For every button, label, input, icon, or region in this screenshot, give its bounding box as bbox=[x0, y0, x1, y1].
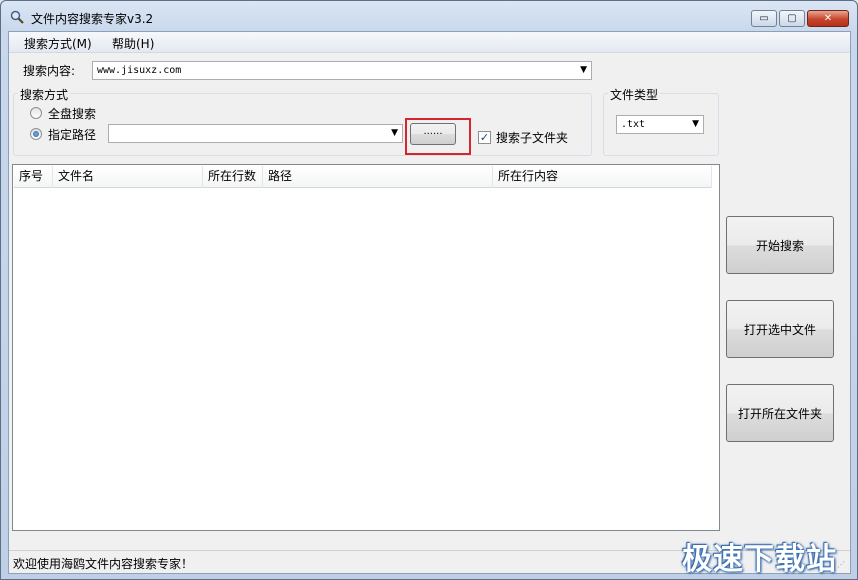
include-subfolders-checkbox[interactable]: ✓ bbox=[478, 131, 491, 144]
minimize-icon: ▭ bbox=[759, 13, 769, 24]
resize-grip-icon[interactable]: ⋰ bbox=[837, 560, 847, 570]
menu-bar: 搜索方式(M) 帮助(H) bbox=[9, 32, 850, 53]
maximize-button[interactable]: ▢ bbox=[779, 10, 805, 27]
include-subfolders-label[interactable]: 搜索子文件夹 bbox=[496, 129, 568, 146]
checkmark-icon: ✓ bbox=[479, 131, 490, 144]
file-type-value: .txt bbox=[621, 119, 646, 130]
column-line-number[interactable]: 所在行数 bbox=[203, 166, 263, 188]
search-mode-group: 搜索方式 全盘搜索 指定路径 ▼ ······ ✓ 搜索子文件夹 bbox=[13, 86, 592, 156]
search-content-label: 搜索内容: bbox=[23, 64, 76, 78]
open-containing-folder-button[interactable]: 打开所在文件夹 bbox=[726, 384, 834, 442]
watermark-logo: 极速下载站 bbox=[682, 542, 837, 577]
browse-button-label: ······ bbox=[423, 128, 443, 140]
radio-specified-path-label[interactable]: 指定路径 bbox=[48, 126, 96, 143]
app-window: 文件内容搜索专家v3.2 ▭ ▢ ✕ 搜索方式(M) 帮助(H) 搜索内容: w… bbox=[0, 0, 858, 580]
radio-full-disk[interactable] bbox=[30, 107, 42, 119]
column-line-content[interactable]: 所在行内容 bbox=[493, 166, 712, 188]
status-text: 欢迎使用海鸥文件内容搜索专家！ bbox=[13, 557, 194, 571]
chevron-down-icon[interactable]: ▼ bbox=[391, 125, 398, 142]
open-containing-folder-label: 打开所在文件夹 bbox=[737, 406, 822, 421]
magnifier-icon bbox=[10, 10, 24, 24]
start-search-label: 开始搜索 bbox=[755, 238, 804, 253]
minimize-button[interactable]: ▭ bbox=[751, 10, 777, 27]
results-list[interactable]: 序号 文件名 所在行数 路径 所在行内容 bbox=[12, 164, 720, 531]
chevron-down-icon[interactable]: ▼ bbox=[692, 116, 699, 133]
open-selected-file-label: 打开选中文件 bbox=[743, 322, 816, 337]
client-area: 搜索方式(M) 帮助(H) 搜索内容: www.jisuxz.com ▼ 搜索方… bbox=[8, 31, 851, 574]
chevron-down-icon[interactable]: ▼ bbox=[580, 62, 587, 79]
menu-search-mode[interactable]: 搜索方式(M) bbox=[24, 35, 92, 52]
close-button[interactable]: ✕ bbox=[807, 10, 849, 27]
window-title: 文件内容搜索专家v3.2 bbox=[31, 12, 154, 26]
search-mode-title: 搜索方式 bbox=[18, 86, 71, 103]
search-content-value: www.jisuxz.com bbox=[97, 65, 182, 76]
close-icon: ✕ bbox=[823, 13, 833, 24]
radio-full-disk-label[interactable]: 全盘搜索 bbox=[48, 105, 96, 122]
file-type-select[interactable]: .txt ▼ bbox=[616, 115, 704, 134]
maximize-icon: ▢ bbox=[787, 13, 797, 24]
file-type-title: 文件类型 bbox=[608, 86, 661, 103]
results-header: 序号 文件名 所在行数 路径 所在行内容 bbox=[14, 166, 712, 188]
start-search-button[interactable]: 开始搜索 bbox=[726, 216, 834, 274]
radio-specified-path[interactable] bbox=[30, 128, 42, 140]
column-path[interactable]: 路径 bbox=[263, 166, 493, 188]
menu-help[interactable]: 帮助(H) bbox=[112, 35, 154, 52]
file-type-group: 文件类型 .txt ▼ bbox=[603, 86, 719, 156]
open-selected-file-button[interactable]: 打开选中文件 bbox=[726, 300, 834, 358]
column-index[interactable]: 序号 bbox=[14, 166, 53, 188]
browse-button[interactable]: ······ bbox=[410, 123, 456, 145]
title-bar[interactable]: 文件内容搜索专家v3.2 ▭ ▢ ✕ bbox=[1, 1, 857, 31]
search-content-input[interactable]: www.jisuxz.com ▼ bbox=[92, 61, 592, 80]
path-input[interactable]: ▼ bbox=[108, 124, 403, 143]
column-filename[interactable]: 文件名 bbox=[53, 166, 203, 188]
